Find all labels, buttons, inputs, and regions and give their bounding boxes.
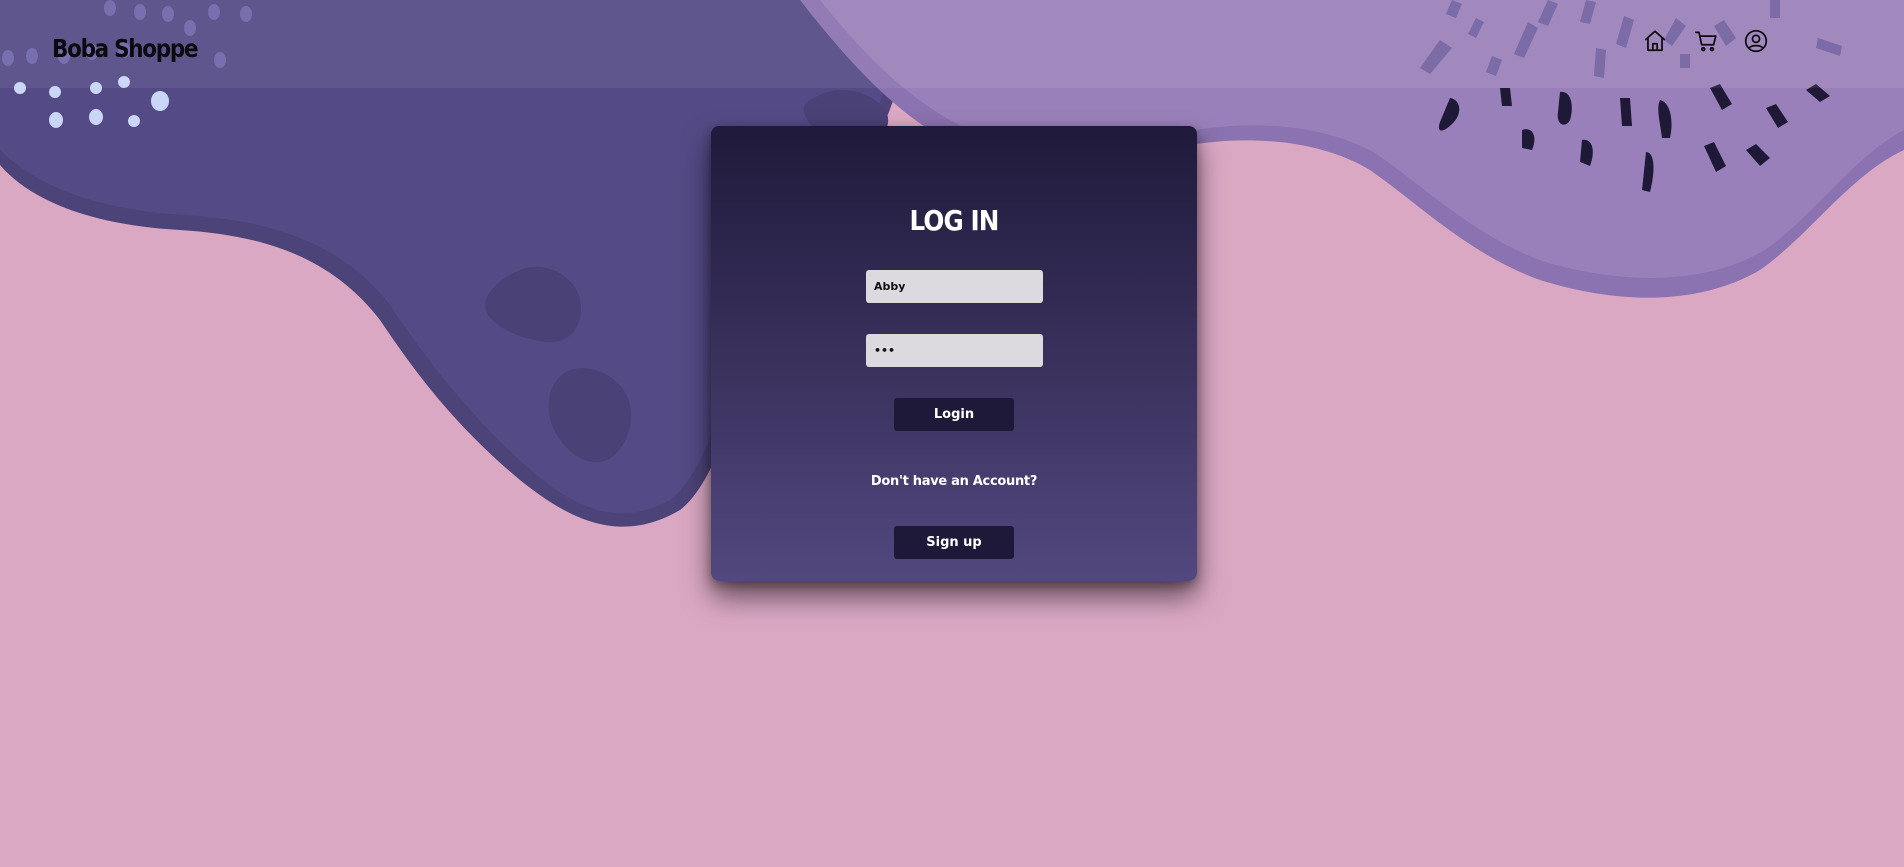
brand-logo[interactable]: Boba Shoppe	[52, 34, 199, 63]
account-icon[interactable]	[1741, 26, 1771, 56]
login-card: LOG IN Login Don't have an Account? Sign…	[711, 126, 1197, 581]
home-icon[interactable]	[1640, 26, 1670, 56]
username-input[interactable]	[866, 270, 1043, 303]
signup-button[interactable]: Sign up	[894, 526, 1014, 559]
cart-icon[interactable]	[1691, 26, 1721, 56]
login-button[interactable]: Login	[894, 398, 1014, 431]
login-title: LOG IN	[909, 204, 999, 237]
password-input[interactable]	[866, 334, 1043, 367]
no-account-text: Don't have an Account?	[870, 474, 1038, 489]
top-navbar: Boba Shoppe	[0, 0, 1904, 88]
